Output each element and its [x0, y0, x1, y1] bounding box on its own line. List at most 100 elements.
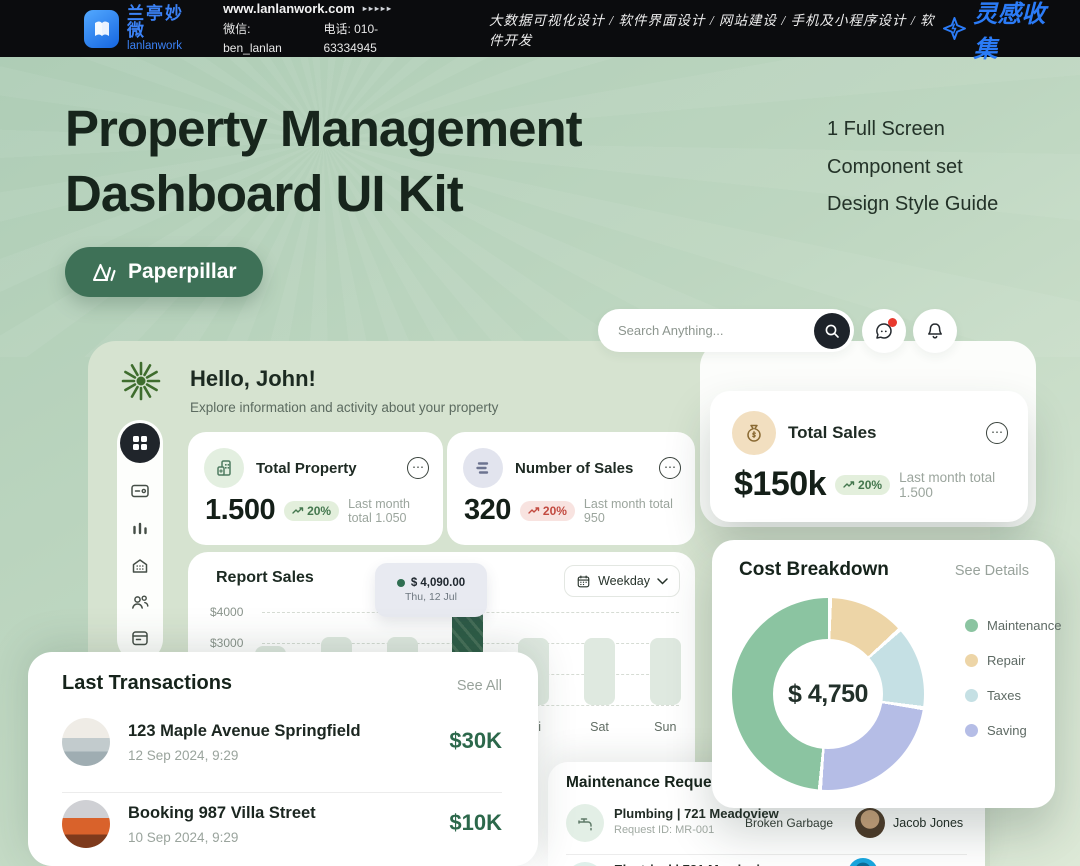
- trend-badge: 20%: [835, 475, 890, 495]
- cost-donut-chart: $ 4,750: [732, 598, 924, 790]
- transaction-row[interactable]: 123 Maple Avenue Springfield 12 Sep 2024…: [62, 718, 502, 782]
- see-all-link[interactable]: See All: [457, 678, 502, 694]
- notification-dot: [888, 318, 897, 327]
- greeting-subtitle: Explore information and activity about y…: [190, 400, 498, 415]
- legend-item: Saving: [965, 723, 1061, 738]
- brand-logo: 兰亭妙微 lanlanwork: [84, 5, 197, 53]
- transaction-row[interactable]: Booking 987 Villa Street 10 Sep 2024, 9:…: [62, 800, 502, 864]
- legend-dot: [965, 654, 978, 667]
- sidebar-item-schedule[interactable]: [130, 628, 150, 648]
- book-logo-icon: [84, 10, 119, 48]
- paperpillar-badge: Paperpillar: [65, 247, 263, 297]
- sidebar-nav: [117, 420, 163, 662]
- stat-value: $150k: [734, 465, 826, 504]
- trend-up-icon: [292, 506, 304, 515]
- more-options-button[interactable]: ⋯: [407, 457, 429, 479]
- legend-item: Maintenance: [965, 618, 1061, 633]
- chart-tooltip: $ 4,090.00 Thu, 12 Jul: [375, 563, 487, 617]
- more-options-button[interactable]: ⋯: [659, 457, 681, 479]
- wechat-label: 微信: ben_lanlan: [223, 20, 305, 58]
- search-input[interactable]: [618, 323, 814, 338]
- legend-dot: [965, 724, 978, 737]
- legend-dot: [965, 689, 978, 702]
- property-photo: [62, 718, 110, 766]
- sidebar-item-tenants[interactable]: [130, 592, 150, 612]
- more-options-button[interactable]: ⋯: [986, 422, 1008, 444]
- cost-breakdown-title: Cost Breakdown: [739, 559, 889, 581]
- x-label: Sun: [643, 720, 687, 734]
- stat-value: 320: [464, 494, 511, 527]
- transaction-name: 123 Maple Avenue Springfield: [128, 722, 361, 741]
- collect-text: 灵感收集: [973, 0, 1062, 64]
- inspiration-collect-logo: 灵感收集: [942, 0, 1062, 64]
- feature-item: 1 Full Screen: [827, 111, 998, 149]
- cost-breakdown-card: Cost Breakdown See Details $ 4,750 Maint…: [712, 540, 1055, 808]
- stat-note: Last month total 1.050: [348, 497, 431, 525]
- stat-note: Last month total 950: [584, 497, 683, 525]
- sales-lines-icon: [463, 448, 503, 488]
- paperpillar-triangle-icon: [91, 261, 118, 283]
- see-details-link[interactable]: See Details: [955, 563, 1029, 579]
- starburst-icon: [121, 361, 161, 401]
- sidebar-item-dashboard[interactable]: [120, 423, 160, 463]
- tooltip-dot: [397, 579, 405, 587]
- stat-card-total-property: Total Property ⋯ 1.500 20% Last month to…: [188, 432, 443, 545]
- stat-title: Number of Sales: [515, 460, 647, 477]
- feature-item: Component set: [827, 149, 998, 187]
- transaction-date: 10 Sep 2024, 9:29: [128, 830, 238, 845]
- stat-value: 1.500: [205, 494, 275, 527]
- divider: [566, 854, 967, 855]
- trend-badge: 20%: [520, 501, 575, 521]
- stat-title: Total Sales: [788, 423, 974, 443]
- stat-note: Last month total 1.500: [899, 470, 1016, 500]
- maintenance-request-id: Request ID: MR-001: [614, 824, 714, 836]
- maintenance-title: Maintenance Request: [566, 774, 725, 792]
- donut-center-value: $ 4,750: [788, 680, 868, 709]
- top-banner: 兰亭妙微 lanlanwork www.lanlanwork.com ▸▸▸▸▸…: [0, 0, 1080, 57]
- sidebar-item-analytics[interactable]: [130, 519, 150, 539]
- building-icon: [204, 448, 244, 488]
- report-bar-sun: [650, 638, 681, 705]
- maintenance-type: Electrical | 721 Meadoview: [614, 862, 777, 866]
- messages-button[interactable]: [862, 309, 906, 353]
- plumbing-icon: [566, 804, 604, 842]
- page-title: Property Management Dashboard UI Kit: [65, 96, 582, 226]
- report-bar-sat: [584, 638, 615, 705]
- avatar: [848, 858, 878, 866]
- x-label: Sat: [578, 720, 622, 734]
- property-photo: [62, 800, 110, 848]
- search-button[interactable]: [814, 313, 850, 349]
- bell-icon: [925, 321, 945, 341]
- avatar: [855, 808, 885, 838]
- sidebar-item-properties[interactable]: [130, 556, 150, 576]
- last-transactions-card: Last Transactions See All 123 Maple Aven…: [28, 652, 538, 866]
- feature-list: 1 Full Screen Component set Design Style…: [827, 111, 998, 224]
- feature-item: Design Style Guide: [827, 186, 998, 224]
- phone-label: 电话: 010-63334945: [323, 20, 423, 58]
- stat-card-number-of-sales: Number of Sales ⋯ 320 20% Last month tot…: [447, 432, 695, 545]
- services-list: 大数据可视化设计 / 软件界面设计 / 网站建设 / 手机及小程序设计 / 软件…: [489, 9, 942, 49]
- brand-name-cn: 兰亭妙微: [127, 5, 197, 41]
- maintenance-person: Jacob Jones: [893, 816, 963, 830]
- cost-legend: Maintenance Repair Taxes Saving: [965, 618, 1061, 738]
- paperpillar-label: Paperpillar: [128, 260, 237, 284]
- sparkle-star-icon: [942, 15, 967, 42]
- transaction-name: Booking 987 Villa Street: [128, 804, 316, 823]
- greeting-title: Hello, John!: [190, 366, 316, 392]
- notifications-button[interactable]: [913, 309, 957, 353]
- trend-badge: 20%: [284, 501, 339, 521]
- trend-up-icon: [528, 506, 540, 515]
- brand-name-en: lanlanwork: [127, 40, 197, 52]
- stat-title: Total Property: [256, 460, 395, 477]
- arrows-decoration: ▸▸▸▸▸: [363, 3, 393, 16]
- legend-dot: [965, 619, 978, 632]
- contact-info: www.lanlanwork.com ▸▸▸▸▸ 微信: ben_lanlan …: [223, 0, 423, 58]
- trend-up-icon: [843, 480, 855, 489]
- sidebar-item-cards[interactable]: [130, 481, 150, 501]
- transactions-title: Last Transactions: [62, 672, 232, 695]
- stat-card-total-sales: Total Sales ⋯ $150k 20% Last month total…: [710, 391, 1028, 522]
- legend-item: Repair: [965, 653, 1061, 668]
- divider: [62, 792, 502, 793]
- search-bar: [598, 309, 854, 352]
- grid-icon: [131, 434, 149, 452]
